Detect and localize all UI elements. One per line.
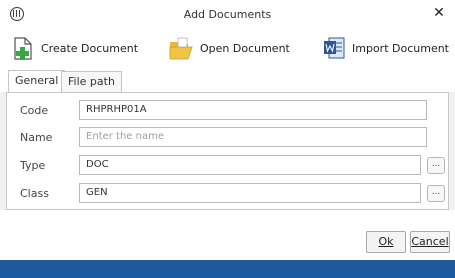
name-field[interactable]: Enter the name [79,127,427,147]
class-row: Class GEN ... [7,183,448,205]
code-field[interactable]: RHPRHP01A [79,100,427,120]
type-row: Type DOC ... [7,155,448,177]
type-field[interactable]: DOC [79,155,421,175]
close-icon[interactable]: ✕ [432,6,446,20]
type-browse-button[interactable]: ... [427,157,445,174]
type-label: Type [20,159,46,172]
create-document-label: Create Document [41,41,139,55]
open-document-label: Open Document [200,41,290,55]
name-row: Name Enter the name [7,127,448,149]
create-document-icon [14,37,32,60]
code-label: Code [20,104,49,117]
tab-strip: General File path [0,68,455,92]
title-bar: Add Documents ✕ [0,0,455,28]
class-label: Class [20,187,49,200]
open-document-button[interactable]: Open Document [168,34,290,62]
import-document-button[interactable]: Import Document [322,34,449,62]
general-panel: Code RHPRHP01A Name Enter the name Type … [6,92,449,210]
tab-file-path[interactable]: File path [61,71,122,92]
folder-open-icon [169,37,193,60]
cancel-button[interactable]: Cancel [410,231,450,253]
import-document-label: Import Document [352,41,449,55]
tab-general[interactable]: General [8,70,66,92]
toolbar: Create Document Open Document Import Doc… [0,28,455,68]
class-field[interactable]: GEN [79,183,421,203]
dialog-title: Add Documents [183,8,272,21]
class-browse-button[interactable]: ... [427,185,445,202]
code-row: Code RHPRHP01A [7,100,448,122]
create-document-button[interactable]: Create Document [11,34,138,62]
ok-button[interactable]: Ok [366,231,406,253]
add-documents-dialog: Add Documents ✕ Create Document Open Doc… [0,0,455,278]
status-bar [0,260,455,278]
name-label: Name [20,131,53,144]
button-bar: Ok Cancel [0,210,455,260]
word-document-icon [324,37,345,59]
